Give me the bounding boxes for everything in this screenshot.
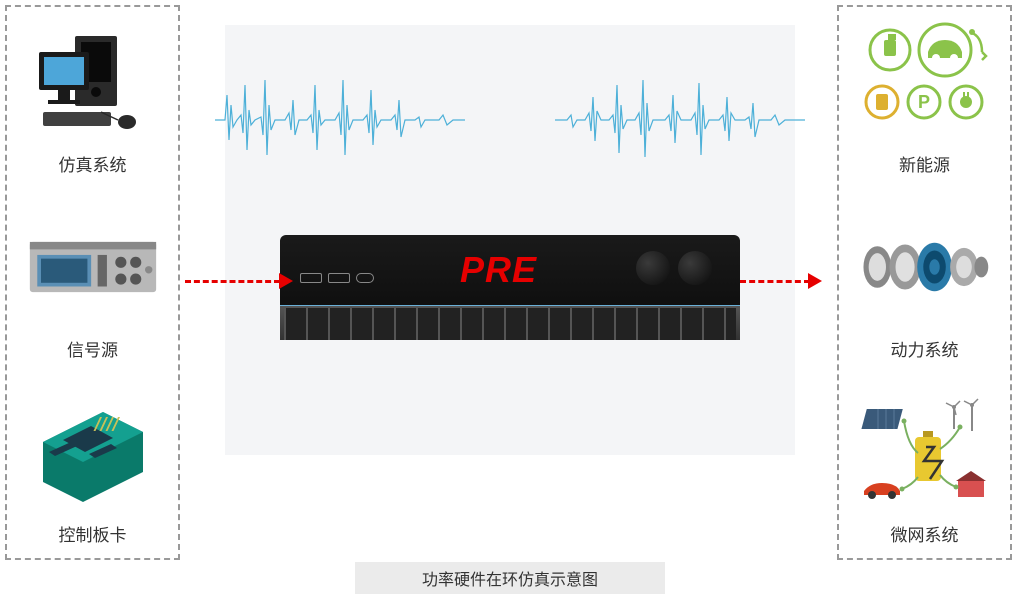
port-icon xyxy=(300,273,322,283)
arrow-head-icon xyxy=(279,273,293,289)
device-vents xyxy=(284,308,736,340)
item-simulation-system: 仿真系统 xyxy=(7,17,178,176)
left-input-column: 仿真系统 信号源 xyxy=(5,5,180,560)
right-output-column: P 新能源 xyxy=(837,5,1012,560)
power-system-icon xyxy=(860,202,990,332)
item-new-energy: P 新能源 xyxy=(839,17,1010,176)
device-knob-1 xyxy=(636,251,670,285)
device-ports xyxy=(300,273,374,283)
label-new-energy: 新能源 xyxy=(839,151,1010,176)
circuit-board-icon xyxy=(28,387,158,517)
item-signal-source: 信号源 xyxy=(7,202,178,361)
new-energy-icon: P xyxy=(860,17,990,147)
label-power-system: 动力系统 xyxy=(839,336,1010,361)
center-device-area: PRE xyxy=(225,25,795,455)
item-control-board: 控制板卡 xyxy=(7,387,178,546)
port-icon xyxy=(356,273,374,283)
computer-icon xyxy=(28,17,158,147)
device-logo: PRE xyxy=(460,249,537,291)
arrow-output xyxy=(740,280,810,284)
label-signal-source: 信号源 xyxy=(7,336,178,361)
waveform-right-icon xyxy=(555,55,805,185)
waveform-left-icon xyxy=(215,55,465,185)
label-microgrid: 微网系统 xyxy=(839,521,1010,546)
device-knob-2 xyxy=(678,251,712,285)
item-microgrid: 微网系统 xyxy=(839,387,1010,546)
diagram-caption: 功率硬件在环仿真示意图 xyxy=(355,562,665,594)
pre-device: PRE xyxy=(280,235,740,340)
microgrid-icon xyxy=(860,387,990,517)
arrow-head-icon xyxy=(808,273,822,289)
item-power-system: 动力系统 xyxy=(839,202,1010,361)
label-control-board: 控制板卡 xyxy=(7,521,178,546)
diagram-root: 仿真系统 信号源 xyxy=(0,0,1017,602)
svg-text:P: P xyxy=(917,92,929,112)
label-simulation: 仿真系统 xyxy=(7,151,178,176)
signal-generator-icon xyxy=(28,202,158,332)
caption-text: 功率硬件在环仿真示意图 xyxy=(422,566,598,590)
port-icon xyxy=(328,273,350,283)
arrow-input xyxy=(185,280,280,284)
